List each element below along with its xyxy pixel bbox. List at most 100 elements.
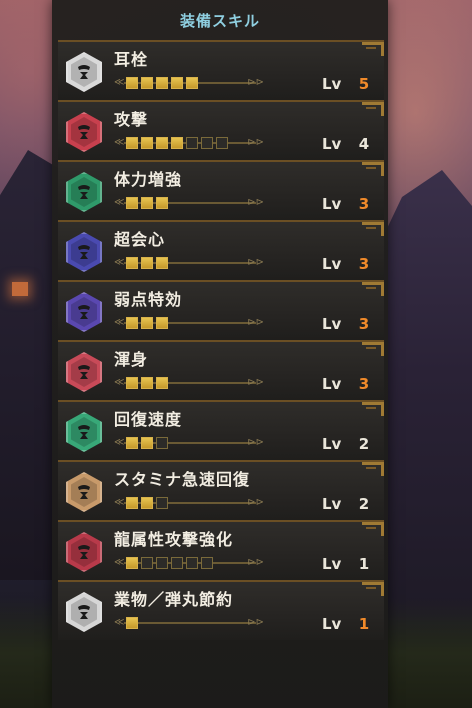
gauge-start-arrows: ≪ — [114, 617, 125, 628]
skill-row[interactable]: 耳栓 ≪ ⊳⊳ Lv 5 — [58, 40, 384, 100]
row-corner-ornament-inner — [366, 347, 376, 353]
gauge-pip-filled — [126, 557, 138, 569]
skill-emblem — [66, 352, 102, 392]
skill-name: 弱点特効 — [114, 290, 183, 309]
gauge-pips — [126, 497, 168, 509]
level-value: 5 — [358, 75, 370, 93]
level-label: Lv — [322, 435, 342, 453]
gauge-pip-empty — [156, 557, 168, 569]
gauge-end-arrows: ⊳⊳ — [247, 437, 264, 448]
gauge-pip-filled — [126, 197, 138, 209]
panel-title: 装備スキル — [179, 11, 260, 30]
level-value: 3 — [358, 375, 370, 393]
skill-row[interactable]: 龍属性攻撃強化 ≪ ⊳⊳ Lv 1 — [58, 520, 384, 580]
gauge-start-arrows: ≪ — [114, 317, 125, 328]
level-value: 3 — [358, 255, 370, 273]
gauge-end-arrows: ⊳⊳ — [247, 377, 264, 388]
skill-emblem — [66, 592, 102, 632]
skill-name: 体力増強 — [114, 170, 183, 189]
skill-emblem — [66, 112, 102, 152]
level-label: Lv — [322, 615, 342, 633]
gauge-pip-filled — [171, 77, 183, 89]
skill-row[interactable]: 業物／弾丸節約 ≪ ⊳⊳ Lv 1 — [58, 580, 384, 640]
skill-jewel-icon — [71, 57, 97, 87]
gauge-end-arrows: ⊳⊳ — [247, 257, 264, 268]
row-corner-ornament-inner — [366, 167, 376, 173]
skill-level-gauge: ≪ ⊳⊳ — [114, 316, 264, 330]
skill-jewel-icon — [71, 417, 97, 447]
gauge-end-arrows: ⊳⊳ — [247, 497, 264, 508]
level-label: Lv — [322, 495, 342, 513]
equipped-skills-panel: 装備スキル 耳栓 ≪ ⊳⊳ Lv 5 攻撃 ≪ ⊳⊳ Lv 4 体力増強 ≪ ⊳⊳ Lv 3 超会心 ≪ ⊳⊳ Lv… — [52, 0, 388, 708]
skill-jewel-icon — [71, 237, 97, 267]
level-label: Lv — [322, 75, 342, 93]
skill-jewel-icon — [71, 117, 97, 147]
gauge-pip-empty — [186, 557, 198, 569]
skill-jewel-icon — [71, 537, 97, 567]
gauge-pip-filled — [156, 377, 168, 389]
gauge-pip-filled — [171, 137, 183, 149]
skill-row[interactable]: 体力増強 ≪ ⊳⊳ Lv 3 — [58, 160, 384, 220]
gauge-pip-filled — [141, 437, 153, 449]
skill-row[interactable]: スタミナ急速回復 ≪ ⊳⊳ Lv 2 — [58, 460, 384, 520]
background-light — [12, 282, 28, 296]
level-label: Lv — [322, 135, 342, 153]
skill-name: 攻撃 — [114, 110, 149, 129]
skill-row[interactable]: 回復速度 ≪ ⊳⊳ Lv 2 — [58, 400, 384, 460]
skill-row[interactable]: 攻撃 ≪ ⊳⊳ Lv 4 — [58, 100, 384, 160]
level-value: 1 — [358, 615, 370, 633]
gauge-pip-filled — [156, 197, 168, 209]
skill-jewel-icon — [71, 597, 97, 627]
gauge-start-arrows: ≪ — [114, 257, 125, 268]
row-corner-ornament-inner — [366, 527, 376, 533]
skill-row[interactable]: 渾身 ≪ ⊳⊳ Lv 3 — [58, 340, 384, 400]
skill-row[interactable]: 弱点特効 ≪ ⊳⊳ Lv 3 — [58, 280, 384, 340]
gauge-pip-empty — [171, 557, 183, 569]
gauge-pips — [126, 137, 228, 149]
gauge-end-arrows: ⊳⊳ — [247, 317, 264, 328]
gauge-pips — [126, 557, 213, 569]
gauge-pip-empty — [156, 437, 168, 449]
gauge-pips — [126, 197, 168, 209]
gauge-pips — [126, 317, 168, 329]
level-value: 2 — [358, 435, 370, 453]
skill-level-gauge: ≪ ⊳⊳ — [114, 136, 264, 150]
skill-emblem — [66, 532, 102, 572]
gauge-pip-filled — [126, 137, 138, 149]
gauge-pips — [126, 437, 168, 449]
skill-name: 回復速度 — [114, 410, 183, 429]
skill-name: 龍属性攻撃強化 — [114, 530, 234, 549]
level-label: Lv — [322, 315, 342, 333]
row-corner-ornament-inner — [366, 587, 376, 593]
skill-emblem — [66, 292, 102, 332]
skill-list: 耳栓 ≪ ⊳⊳ Lv 5 攻撃 ≪ ⊳⊳ Lv 4 体力増強 ≪ ⊳⊳ Lv 3 超会心 ≪ ⊳⊳ Lv 3 弱点特効 ≪… — [52, 40, 388, 640]
skill-name: 業物／弾丸節約 — [114, 590, 234, 609]
gauge-pip-empty — [201, 557, 213, 569]
skill-level-gauge: ≪ ⊳⊳ — [114, 256, 264, 270]
level-label: Lv — [322, 375, 342, 393]
gauge-pip-empty — [186, 137, 198, 149]
level-value: 1 — [358, 555, 370, 573]
skill-name: 超会心 — [114, 230, 166, 249]
gauge-pip-filled — [126, 77, 138, 89]
skill-level-gauge: ≪ ⊳⊳ — [114, 196, 264, 210]
gauge-pip-filled — [156, 257, 168, 269]
gauge-pip-filled — [141, 257, 153, 269]
gauge-pip-filled — [141, 137, 153, 149]
skill-level-gauge: ≪ ⊳⊳ — [114, 496, 264, 510]
gauge-pip-filled — [141, 377, 153, 389]
gauge-start-arrows: ≪ — [114, 377, 125, 388]
skill-name: スタミナ急速回復 — [114, 470, 251, 489]
level-label: Lv — [322, 255, 342, 273]
gauge-end-arrows: ⊳⊳ — [247, 557, 264, 568]
gauge-start-arrows: ≪ — [114, 197, 125, 208]
row-corner-ornament-inner — [366, 287, 376, 293]
skill-name: 耳栓 — [114, 50, 149, 69]
gauge-pip-filled — [141, 77, 153, 89]
skill-emblem — [66, 472, 102, 512]
gauge-pip-filled — [186, 77, 198, 89]
skill-row[interactable]: 超会心 ≪ ⊳⊳ Lv 3 — [58, 220, 384, 280]
level-value: 4 — [358, 135, 370, 153]
gauge-pips — [126, 77, 198, 89]
skill-emblem — [66, 52, 102, 92]
